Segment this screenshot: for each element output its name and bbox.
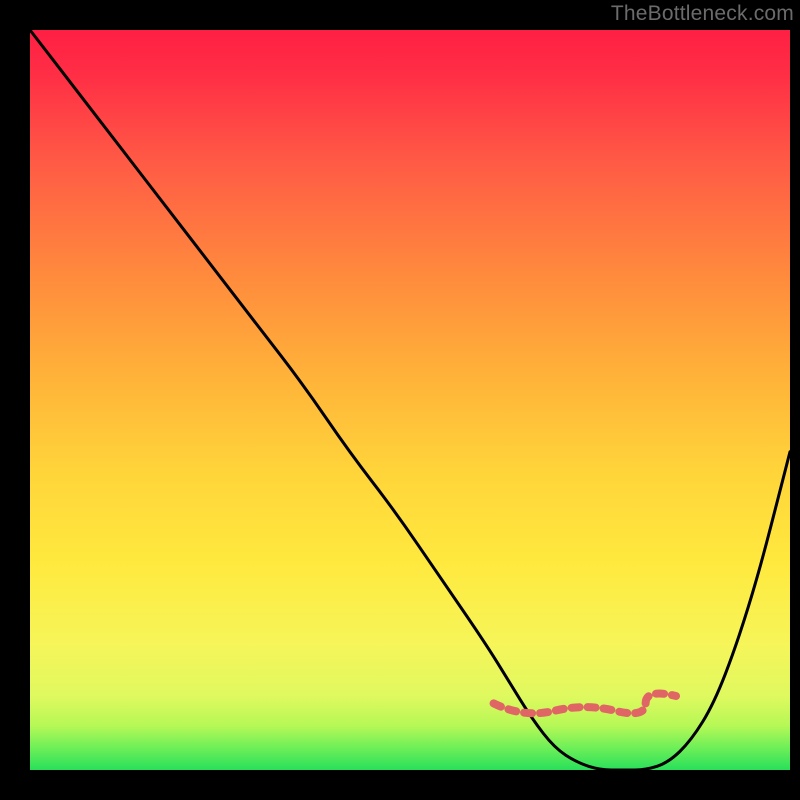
gradient-plot-area: [30, 30, 790, 770]
chart-canvas: TheBottleneck.com: [0, 0, 800, 800]
watermark-text: TheBottleneck.com: [611, 2, 794, 26]
